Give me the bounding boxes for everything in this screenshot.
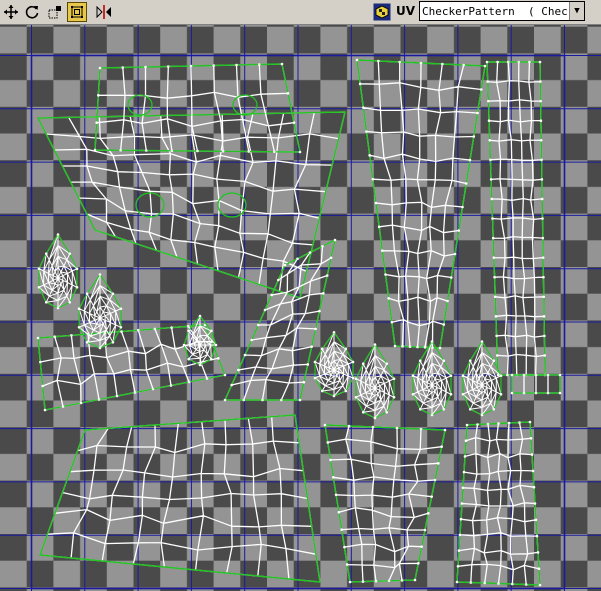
uv-viewport[interactable]: [0, 25, 601, 591]
texture-select-value: CheckerPattern ( Checker: [422, 4, 569, 18]
scale-tool-icon[interactable]: [45, 2, 65, 22]
uv-canvas[interactable]: [0, 25, 601, 591]
rotate-tool-icon[interactable]: [22, 2, 42, 22]
mirror-tool-icon[interactable]: [94, 2, 114, 22]
show-map-icon[interactable]: [372, 2, 392, 22]
uv-editor-toolbar: UV CheckerPattern ( Checker ▼: [0, 0, 601, 25]
uv-channel-label: UV: [396, 4, 416, 18]
texture-select[interactable]: CheckerPattern ( Checker ▼: [419, 1, 585, 21]
move-tool-icon[interactable]: [1, 2, 21, 22]
freeform-tool-icon[interactable]: [67, 2, 87, 22]
chevron-down-icon[interactable]: ▼: [569, 2, 584, 20]
